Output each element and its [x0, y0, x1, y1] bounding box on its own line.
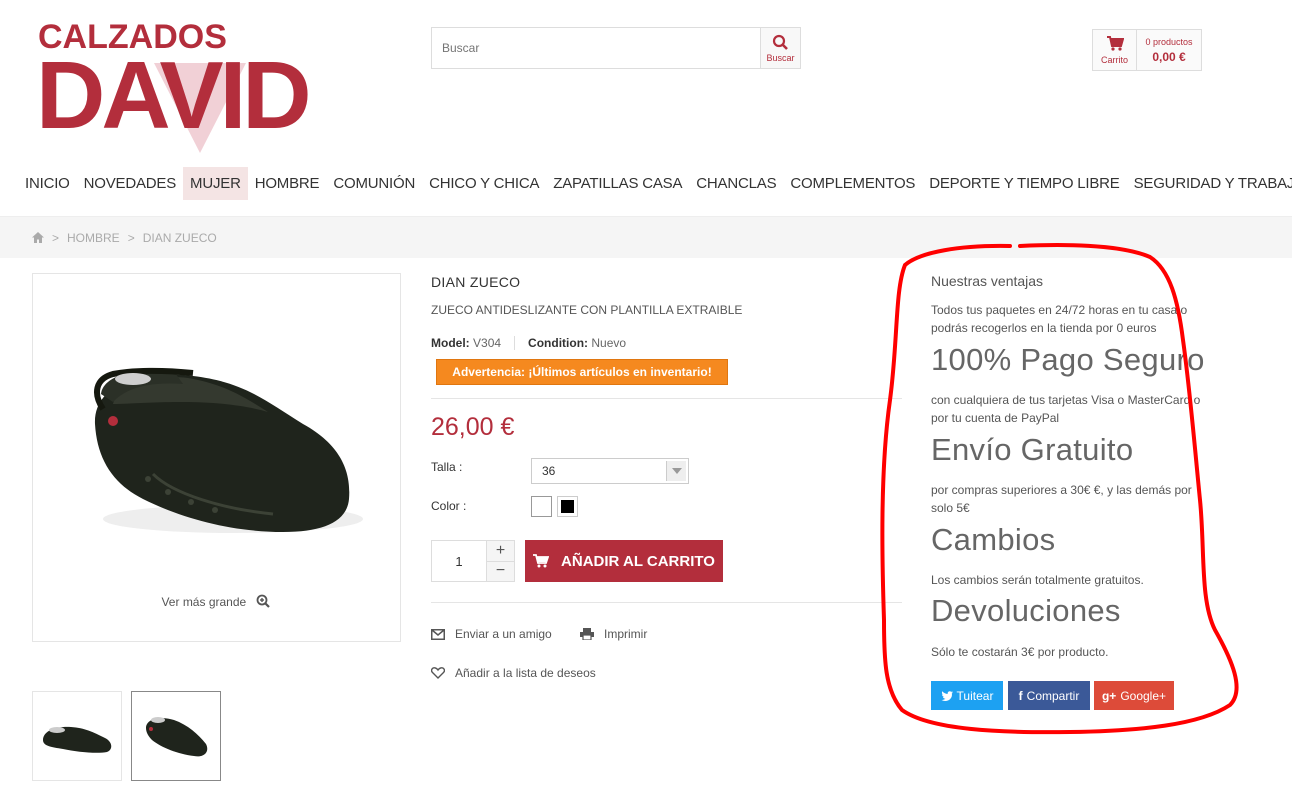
- main-nav: INICIO NOVEDADES MUJER HOMBRE COMUNIÓN C…: [18, 167, 1292, 200]
- product-title: DIAN ZUECO: [431, 274, 521, 290]
- share-facebook-label: Compartir: [1026, 688, 1080, 703]
- product-price: 26,00 €: [431, 413, 515, 441]
- search-button-label: Buscar: [766, 52, 795, 63]
- search-button[interactable]: Buscar: [760, 28, 800, 68]
- breadcrumb-hombre[interactable]: HOMBRE: [67, 231, 120, 245]
- clog-image: [94, 367, 363, 533]
- share-google-label: Google+: [1120, 688, 1167, 703]
- advantage-heading-returns: Devoluciones: [931, 593, 1121, 628]
- cart-summary: 0 productos 0,00 €: [1137, 30, 1201, 70]
- cart-total: 0,00 €: [1152, 49, 1186, 64]
- nav-item-complementos[interactable]: COMPLEMENTOS: [783, 167, 922, 200]
- print-link[interactable]: Imprimir: [580, 627, 647, 641]
- meta-divider: [514, 336, 516, 350]
- product-subtitle: ZUECO ANTIDESLIZANTE CON PLANTILLA EXTRA…: [431, 303, 743, 317]
- quantity-increase-button[interactable]: +: [487, 541, 514, 562]
- advantages-title: Nuestras ventajas: [931, 273, 1044, 289]
- product-meta: Model: V304 Condition: Nuevo: [431, 336, 626, 350]
- cart-icon-block: Carrito: [1093, 30, 1137, 70]
- twitter-icon: [941, 690, 953, 701]
- send-to-friend-link[interactable]: Enviar a un amigo: [431, 627, 552, 641]
- advantage-text-shipping: por compras superiores a 30€ €, y las de…: [931, 483, 1192, 515]
- size-select-value: 36: [542, 464, 556, 478]
- zoom-in-icon: [256, 594, 270, 608]
- product-thumbnail[interactable]: [32, 691, 122, 781]
- search-icon: [772, 34, 788, 50]
- model-label: Model:: [431, 336, 470, 350]
- add-to-cart-button[interactable]: AÑADIR AL CARRITO: [525, 540, 723, 582]
- advantage-text-exchanges: Los cambios serán totalmente gratuitos.: [931, 573, 1144, 587]
- divider: [431, 602, 902, 603]
- facebook-icon: f: [1018, 688, 1023, 703]
- cart-count: 0 productos: [1145, 36, 1193, 47]
- clog-thumbnail-image: [43, 726, 112, 753]
- zoom-link[interactable]: Ver más grande: [33, 594, 400, 609]
- share-google-button[interactable]: g+ Google+: [1094, 681, 1174, 710]
- nav-item-hombre[interactable]: HOMBRE: [248, 167, 327, 200]
- printer-icon: [580, 628, 594, 640]
- cart-widget[interactable]: Carrito 0 productos 0,00 €: [1092, 29, 1202, 71]
- nav-item-comunion[interactable]: COMUNIÓN: [326, 167, 422, 200]
- search-bar: Buscar: [431, 27, 801, 69]
- size-label: Talla :: [431, 460, 463, 474]
- nav-item-novedades[interactable]: NOVEDADES: [77, 167, 183, 200]
- wishlist-link[interactable]: Añadir a la lista de deseos: [431, 666, 596, 680]
- share-twitter-label: Tuitear: [956, 688, 994, 703]
- breadcrumb-separator: >: [127, 230, 135, 245]
- advantage-heading-shipping: Envío Gratuito: [931, 432, 1134, 467]
- color-swatch-black[interactable]: [557, 496, 578, 517]
- color-swatch-white[interactable]: [531, 496, 552, 517]
- wishlist-label: Añadir a la lista de deseos: [455, 666, 596, 680]
- product-thumbnail-selected[interactable]: [131, 691, 221, 781]
- color-label: Color :: [431, 499, 467, 513]
- share-twitter-button[interactable]: Tuitear: [931, 681, 1003, 710]
- nav-item-chico-y-chica[interactable]: CHICO Y CHICA: [422, 167, 546, 200]
- advantage-heading-exchanges: Cambios: [931, 522, 1056, 557]
- advantage-text-payment: con cualquiera de tus tarjetas Visa o Ma…: [931, 393, 1201, 425]
- advantage-text-returns: Sólo te costarán 3€ por producto.: [931, 645, 1109, 659]
- zoom-label: Ver más grande: [161, 595, 247, 609]
- nav-item-seguridad[interactable]: SEGURIDAD Y TRABAJO: [1127, 167, 1292, 200]
- model-value: V304: [473, 336, 502, 350]
- quantity-input[interactable]: 1: [431, 540, 487, 582]
- quantity-decrease-button[interactable]: −: [487, 561, 514, 581]
- product-main-image[interactable]: Ver más grande: [32, 273, 401, 642]
- send-to-friend-label: Enviar a un amigo: [455, 627, 552, 641]
- home-icon[interactable]: [32, 232, 44, 243]
- breadcrumb-separator: >: [52, 230, 60, 245]
- cart-label: Carrito: [1100, 55, 1128, 65]
- cart-icon: [533, 554, 550, 568]
- print-label: Imprimir: [604, 627, 648, 641]
- stock-warning-badge: Advertencia: ¡Últimos artículos en inven…: [436, 359, 728, 385]
- condition-value: Nuevo: [591, 336, 627, 350]
- nav-item-chanclas[interactable]: CHANCLAS: [689, 167, 783, 200]
- search-input[interactable]: [432, 28, 760, 68]
- advantage-heading-payment: 100% Pago Seguro: [931, 342, 1205, 377]
- nav-item-mujer[interactable]: MUJER: [183, 167, 248, 200]
- heart-icon: [431, 667, 445, 679]
- condition-label: Condition:: [528, 336, 589, 350]
- nav-item-deporte[interactable]: DEPORTE Y TIEMPO LIBRE: [922, 167, 1126, 200]
- breadcrumb: > HOMBRE > DIAN ZUECO: [0, 216, 1292, 258]
- breadcrumb-current: DIAN ZUECO: [142, 230, 217, 245]
- chevron-down-icon: [666, 461, 686, 481]
- google-plus-icon: g+: [1101, 688, 1117, 703]
- nav-item-inicio[interactable]: INICIO: [18, 167, 77, 200]
- site-logo[interactable]: CALZADOS DAVID: [36, 18, 346, 153]
- quantity-stepper: + −: [487, 540, 515, 582]
- share-facebook-button[interactable]: f Compartir: [1008, 681, 1090, 710]
- add-to-cart-label: AÑADIR AL CARRITO: [561, 552, 715, 570]
- cart-icon: [1106, 36, 1124, 51]
- divider: [431, 398, 902, 399]
- nav-item-zapatillas-casa[interactable]: ZAPATILLAS CASA: [546, 167, 689, 200]
- envelope-icon: [431, 628, 445, 640]
- logo-main-text: DAVID: [36, 42, 312, 149]
- size-select[interactable]: 36: [531, 458, 689, 484]
- clog-thumbnail-image: [146, 717, 208, 757]
- advantages-intro: Todos tus paquetes en 24/72 horas en tu …: [931, 303, 1188, 335]
